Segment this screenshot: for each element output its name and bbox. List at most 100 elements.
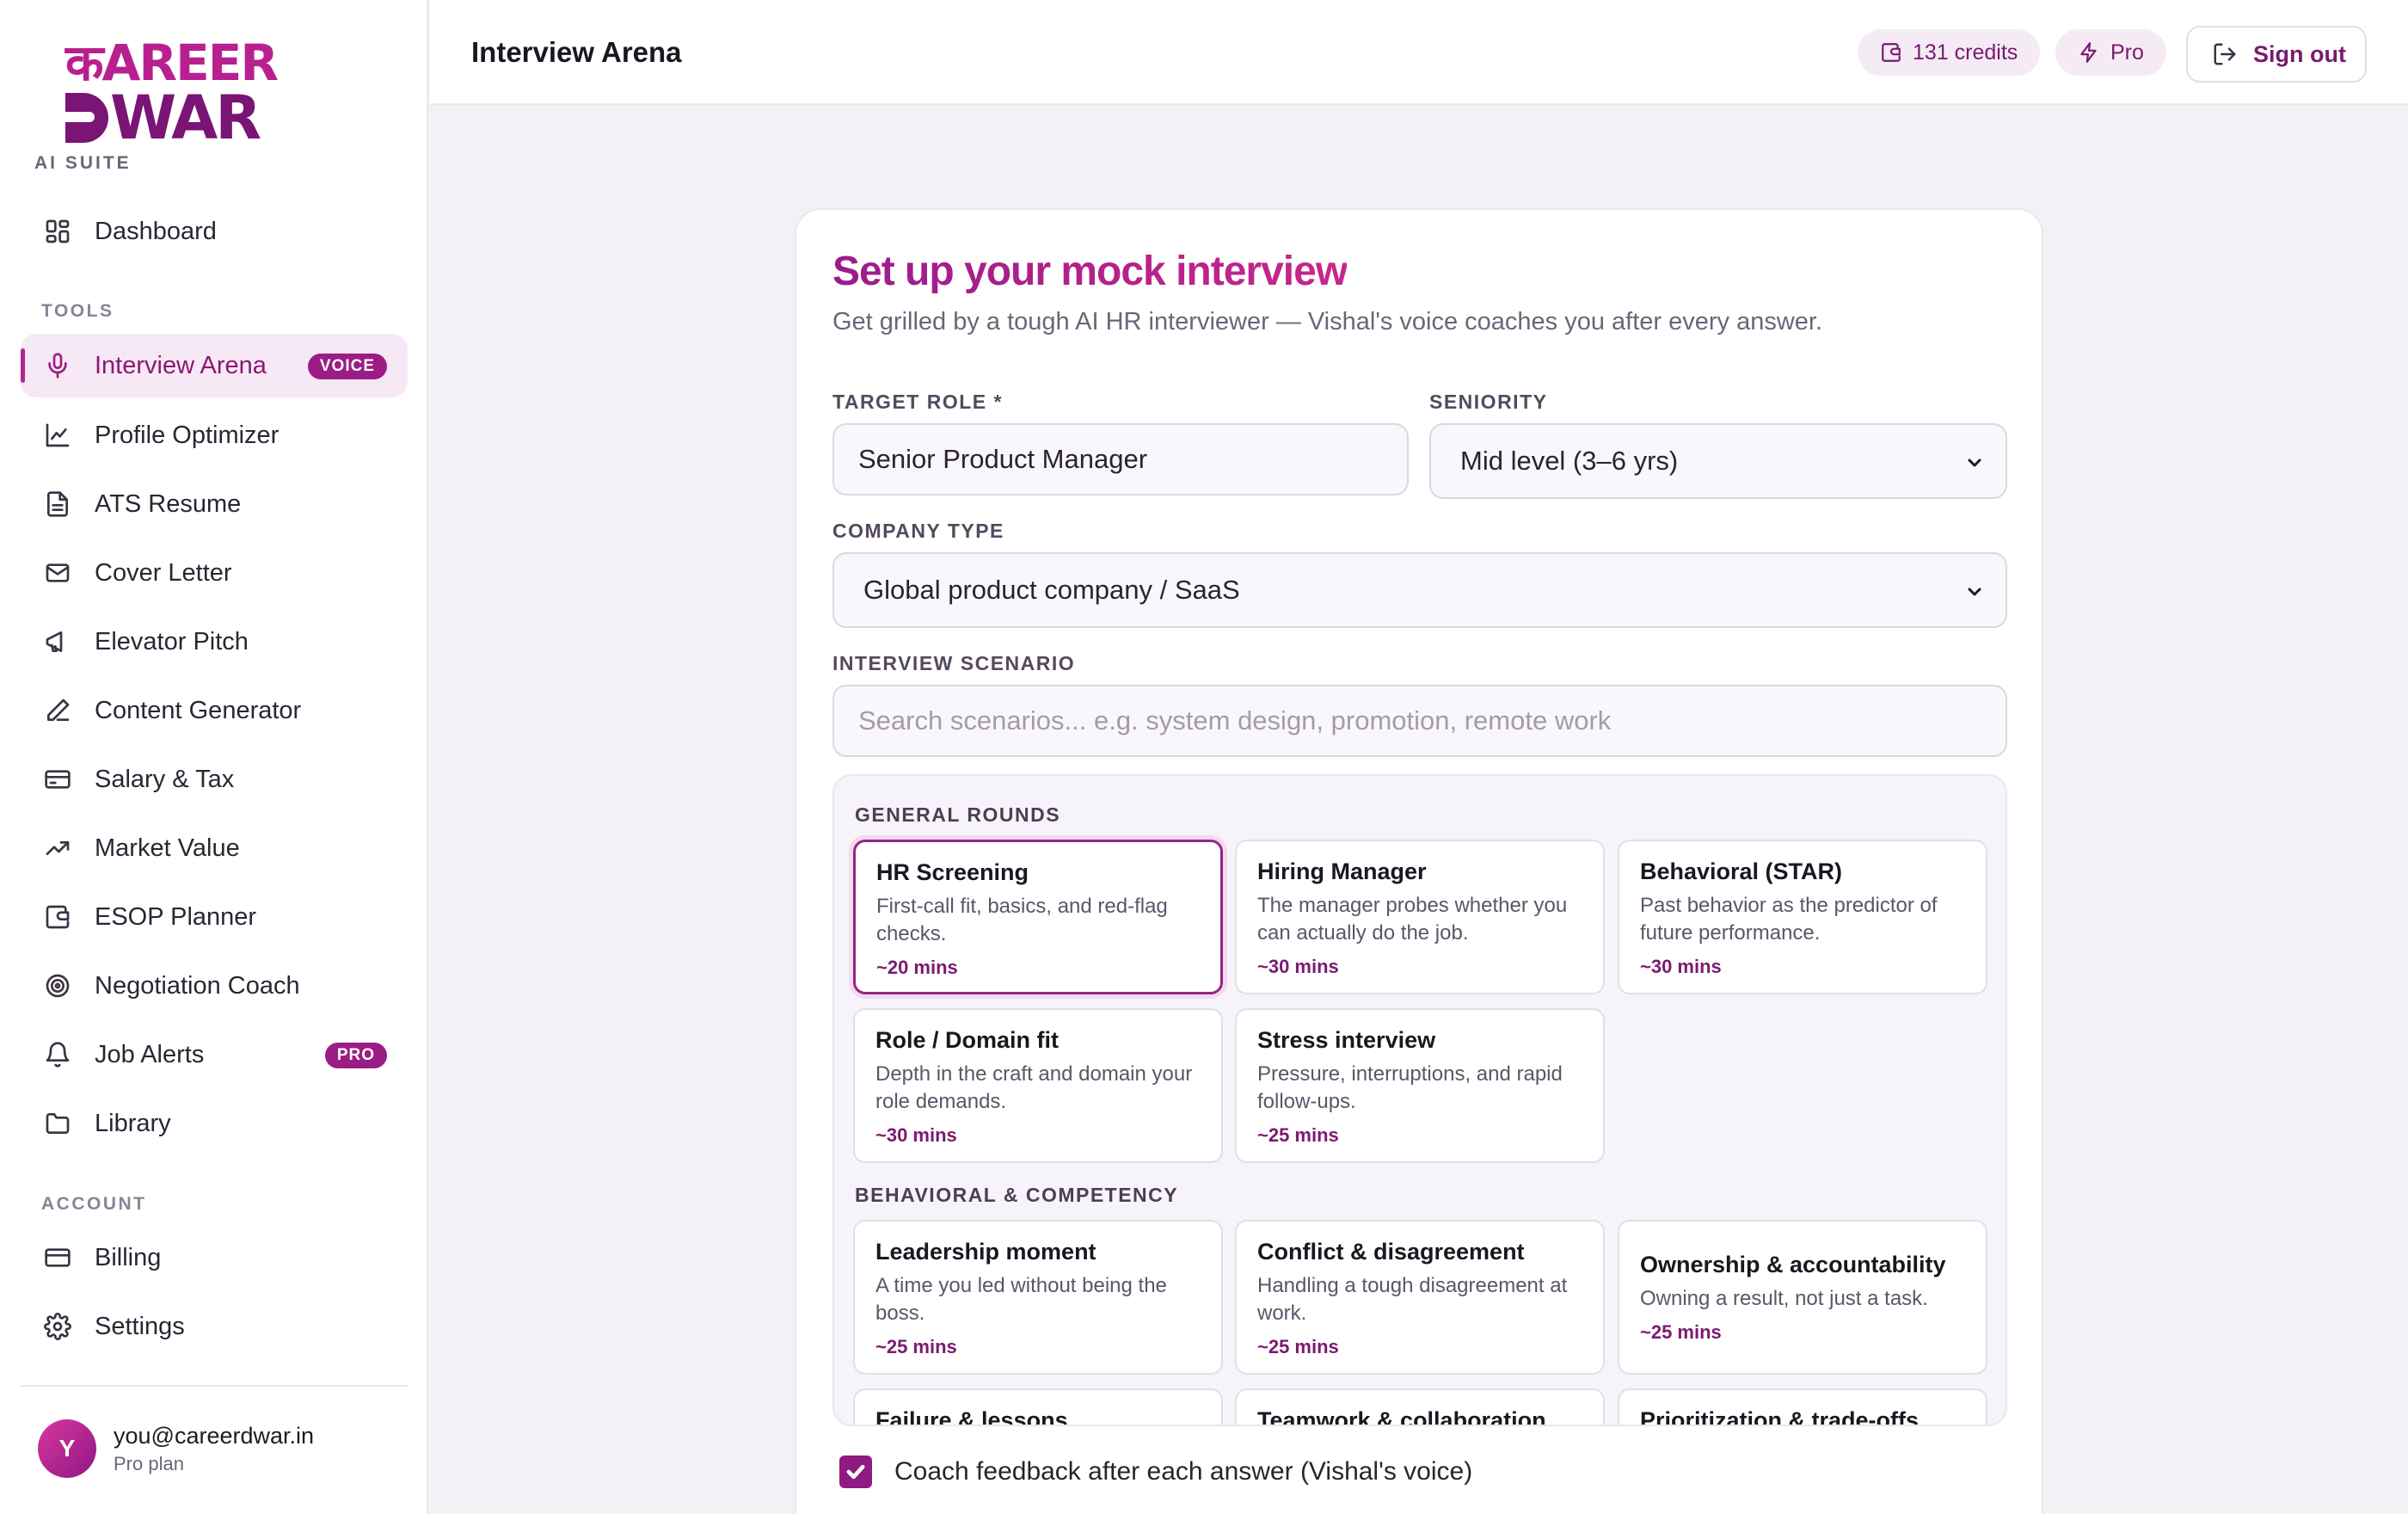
scenario-card-failure-lessons[interactable]: Failure & lessons — [853, 1388, 1223, 1426]
chevron-down-icon — [1964, 449, 1985, 470]
page-title: Interview Arena — [471, 36, 682, 68]
coach-feedback-checkbox[interactable] — [839, 1456, 872, 1488]
logout-icon — [2214, 43, 2236, 65]
sidebar-item-interview-arena[interactable]: Interview Arena VOICE — [21, 334, 408, 397]
scenario-title: Leadership moment — [875, 1239, 1096, 1265]
scenario-card-stress-interview[interactable]: Stress interview Pressure, interruptions… — [1235, 1008, 1605, 1163]
form-title: Set up your mock interview — [832, 249, 1348, 294]
sidebar-item-label: ATS Resume — [95, 489, 242, 518]
company-type-label: COMPANY TYPE — [832, 520, 1004, 542]
scenario-card-leadership-moment[interactable]: Leadership moment A time you led without… — [853, 1220, 1223, 1375]
sidebar-item-billing[interactable]: Billing — [21, 1226, 408, 1289]
sidebar-item-label: ESOP Planner — [95, 902, 257, 931]
brand-logo[interactable]: कAREER WAR — [65, 38, 279, 148]
credit-card-icon — [43, 765, 72, 794]
wallet-icon — [43, 902, 72, 932]
sidebar-item-content-generator[interactable]: Content Generator — [21, 679, 408, 742]
scenario-time: ~25 mins — [1640, 1320, 1722, 1343]
sidebar-item-label: Cover Letter — [95, 558, 232, 587]
scenario-card-behavioral-star[interactable]: Behavioral (STAR) Past behavior as the p… — [1618, 840, 1987, 994]
scenario-time: ~30 mins — [1257, 956, 1339, 977]
sign-out-label: Sign out — [2253, 40, 2346, 67]
scenario-card-teamwork-collaboration[interactable]: Teamwork & collaboration — [1235, 1388, 1605, 1425]
credits-chip[interactable]: 131 credits — [1858, 29, 2041, 76]
tools-section-label: TOOLS — [41, 301, 114, 321]
scenario-title: Stress interview — [1257, 1027, 1436, 1053]
sidebar-item-label: Elevator Pitch — [95, 627, 249, 655]
sidebar-item-job-alerts[interactable]: Job Alerts PRO — [21, 1023, 408, 1086]
line-chart-icon — [43, 421, 72, 450]
document-icon — [43, 489, 72, 519]
logo-d-mark — [65, 93, 108, 143]
sidebar-item-elevator-pitch[interactable]: Elevator Pitch — [21, 610, 408, 674]
sidebar-item-salary-tax[interactable]: Salary & Tax — [21, 748, 408, 811]
scenario-title: HR Screening — [876, 859, 1029, 885]
sidebar-item-ats-resume[interactable]: ATS Resume — [21, 472, 408, 536]
sidebar-item-market-value[interactable]: Market Value — [21, 816, 408, 880]
seniority-value: Mid level (3–6 yrs) — [1460, 446, 1679, 476]
folder-icon — [43, 1109, 72, 1138]
plan-name: Pro — [2110, 40, 2144, 65]
scenario-card-prioritization-tradeoffs[interactable]: Prioritization & trade-offs — [1618, 1388, 1987, 1426]
sidebar-item-cover-letter[interactable]: Cover Letter — [21, 541, 408, 605]
seniority-select[interactable]: Mid level (3–6 yrs) — [1429, 423, 2007, 499]
sidebar-item-dashboard[interactable]: Dashboard — [21, 200, 408, 263]
scenario-time: ~25 mins — [875, 1336, 957, 1357]
coach-feedback-option[interactable]: Coach feedback after each answer (Vishal… — [839, 1456, 1472, 1488]
scenario-desc: Depth in the craft and domain your role … — [875, 1062, 1193, 1113]
scenario-title: Role / Domain fit — [875, 1027, 1060, 1053]
sidebar-item-esop-planner[interactable]: ESOP Planner — [21, 885, 408, 949]
sidebar-item-label: Dashboard — [95, 217, 217, 245]
user-profile[interactable]: Y you@careerdwar.in Pro plan — [38, 1419, 314, 1478]
target-role-value: Senior Product Manager — [858, 444, 1148, 474]
pro-badge: PRO — [324, 1043, 387, 1068]
scenario-label: INTERVIEW SCENARIO — [832, 652, 1076, 674]
sidebar-divider — [21, 1385, 408, 1387]
pen-icon — [43, 696, 72, 725]
scenario-desc: A time you led without being the boss. — [875, 1274, 1167, 1325]
sidebar-item-profile-optimizer[interactable]: Profile Optimizer — [21, 403, 408, 467]
account-section-label: ACCOUNT — [41, 1194, 147, 1214]
sidebar-item-negotiation-coach[interactable]: Negotiation Coach — [21, 954, 408, 1018]
scenario-card-hiring-manager[interactable]: Hiring Manager The manager probes whethe… — [1235, 840, 1605, 994]
gear-icon — [43, 1312, 72, 1341]
company-type-value: Global product company / SaaS — [863, 575, 1240, 605]
avatar: Y — [38, 1419, 96, 1478]
scenario-card-role-domain-fit[interactable]: Role / Domain fit Depth in the craft and… — [853, 1008, 1223, 1163]
scenario-time: ~30 mins — [1640, 956, 1722, 977]
scenario-card-conflict-disagreement[interactable]: Conflict & disagreement Handling a tough… — [1235, 1220, 1605, 1375]
scenario-card-hr-screening[interactable]: HR Screening First-call fit, basics, and… — [853, 840, 1223, 994]
scenario-time: ~20 mins — [876, 957, 958, 978]
interview-setup-card: Set up your mock interview Get grilled b… — [795, 208, 2043, 1514]
scenario-time: ~30 mins — [875, 1124, 957, 1146]
form-subtitle: Get grilled by a tough AI HR interviewer… — [832, 308, 1823, 335]
target-icon — [43, 971, 72, 1000]
sidebar-item-library[interactable]: Library — [21, 1092, 408, 1155]
scenario-list[interactable]: GENERAL ROUNDS HR Screening First-call f… — [832, 774, 2007, 1426]
scenario-title: Prioritization & trade-offs — [1640, 1407, 1920, 1426]
card-icon — [43, 1243, 72, 1272]
scenario-search-input[interactable]: Search scenarios... e.g. system design, … — [832, 685, 2007, 757]
scenario-desc: Owning a result, not just a task. — [1640, 1286, 1928, 1310]
sidebar-item-settings[interactable]: Settings — [21, 1295, 408, 1358]
check-icon — [846, 1464, 865, 1480]
mail-icon — [43, 558, 72, 588]
sidebar-item-label: Market Value — [95, 834, 240, 862]
chevron-down-icon — [1964, 578, 1985, 599]
scenario-title: Conflict & disagreement — [1257, 1239, 1525, 1265]
scenario-desc: Handling a tough disagreement at work. — [1257, 1274, 1568, 1325]
scenario-desc: First-call fit, basics, and red-flag che… — [876, 895, 1168, 945]
logo-line2: WAR — [65, 88, 272, 148]
sidebar-item-label: Content Generator — [95, 696, 302, 724]
sign-out-button[interactable]: Sign out — [2186, 26, 2367, 83]
plan-chip[interactable]: Pro — [2055, 29, 2166, 76]
user-email: you@careerdwar.in — [114, 1422, 315, 1449]
top-header: Interview Arena 131 credits Pro Sign out — [430, 0, 2408, 105]
company-type-select[interactable]: Global product company / SaaS — [832, 552, 2007, 628]
scenario-title: Failure & lessons — [875, 1407, 1068, 1426]
sidebar-item-label: Library — [95, 1109, 171, 1137]
target-role-input[interactable]: Senior Product Manager — [832, 423, 1409, 495]
sidebar-item-label: Settings — [95, 1312, 185, 1340]
bell-icon — [43, 1040, 72, 1069]
scenario-card-ownership-accountability[interactable]: Ownership & accountability Owning a resu… — [1618, 1220, 1987, 1375]
